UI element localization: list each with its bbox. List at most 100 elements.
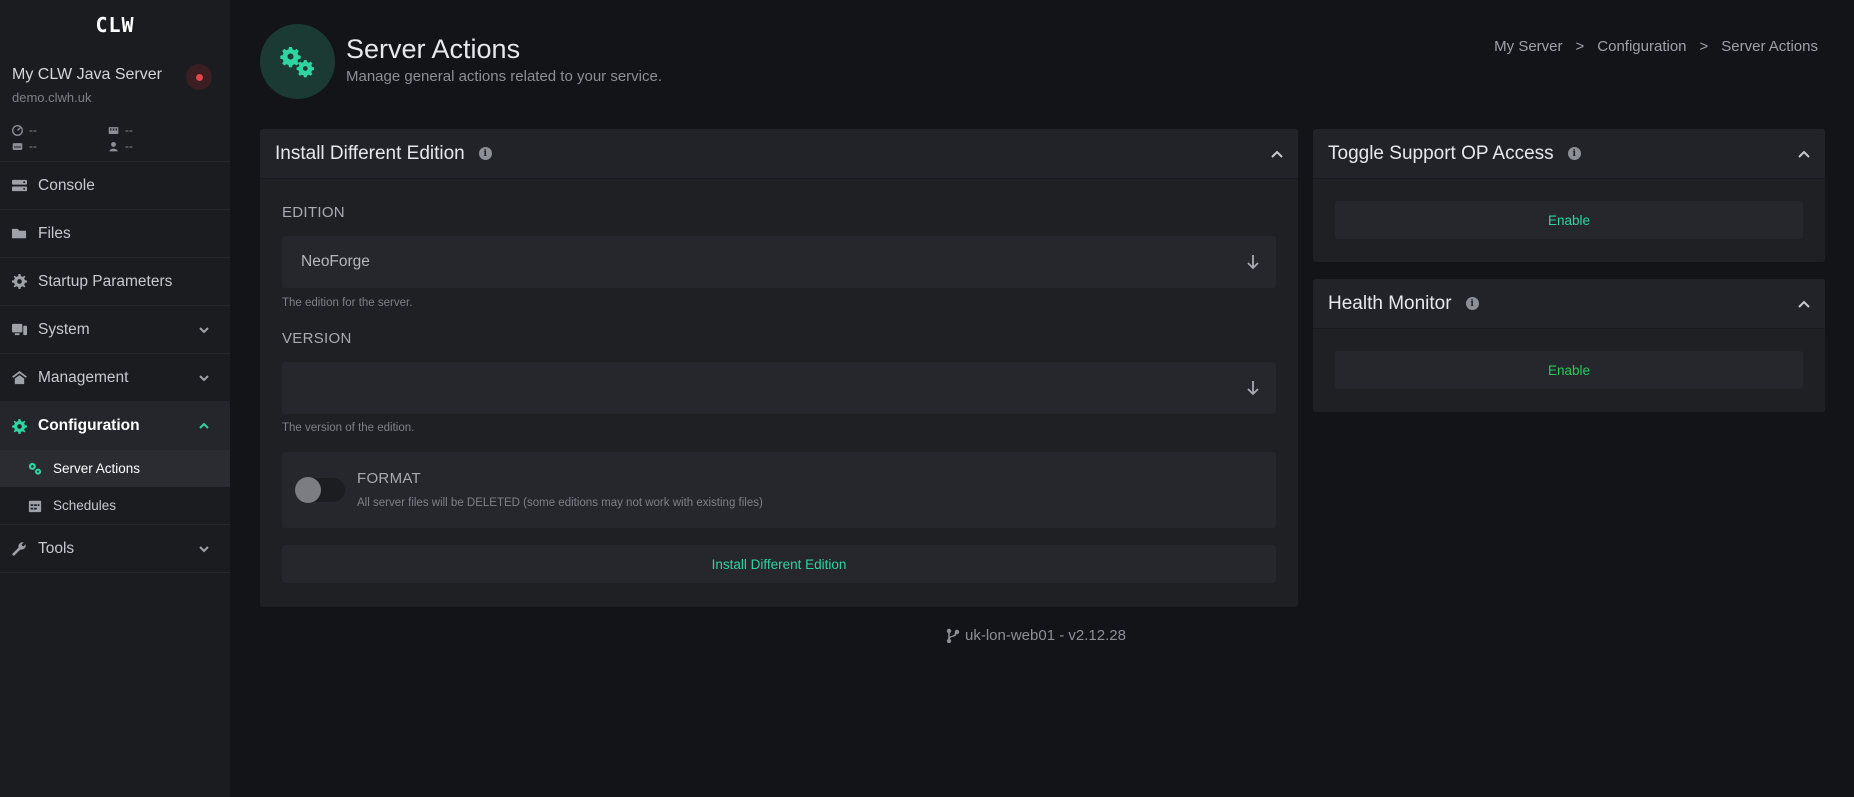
chevron-down-icon — [198, 542, 210, 554]
version-select[interactable] — [282, 362, 1276, 414]
sidebar-item-system[interactable]: System — [0, 306, 230, 354]
app-logo[interactable]: CLW — [0, 0, 230, 50]
breadcrumb-separator: > — [1575, 38, 1585, 55]
gears-icon — [279, 46, 314, 77]
collapse-button[interactable] — [1270, 147, 1284, 161]
sidebar-subitem-label: Schedules — [53, 498, 117, 513]
page-icon — [260, 24, 335, 99]
format-toggle[interactable] — [295, 477, 345, 503]
stat-cpu: -- — [12, 123, 108, 137]
panel-header: Health Monitor i — [1313, 279, 1825, 329]
panel-title: Toggle Support OP Access — [1328, 142, 1554, 164]
edition-selected-value: NeoForge — [301, 253, 370, 270]
version-label: VERSION — [282, 330, 352, 347]
wrench-icon — [12, 542, 26, 556]
sidebar-item-label: System — [38, 320, 90, 338]
stat-players: -- — [108, 139, 204, 153]
chevron-up-icon — [198, 419, 210, 431]
sidebar-item-configuration[interactable]: Configuration — [0, 402, 230, 450]
panel-header: Toggle Support OP Access i — [1313, 129, 1825, 179]
enable-health-monitor-button[interactable]: Enable — [1335, 351, 1803, 389]
stat-disk-value: -- — [29, 139, 37, 153]
page-subtitle: Manage general actions related to your s… — [346, 68, 663, 85]
sidebar-subitem-label: Server Actions — [53, 461, 141, 476]
footer-text: uk-lon-web01 - v2.12.28 — [965, 627, 1126, 644]
gear-icon — [12, 274, 27, 289]
collapse-button[interactable] — [1797, 297, 1811, 311]
management-icon — [12, 370, 27, 385]
calendar-icon — [28, 500, 42, 512]
stat-cpu-value: -- — [29, 123, 37, 137]
stat-disk: -- — [12, 139, 108, 153]
page-title: Server Actions — [346, 34, 521, 64]
format-option: FORMAT All server files will be DELETED … — [282, 452, 1276, 528]
info-icon[interactable]: i — [1567, 147, 1581, 160]
panel-header: Install Different Edition i — [260, 129, 1298, 179]
sidebar-item-files[interactable]: Files — [0, 210, 230, 258]
folder-icon — [12, 228, 27, 239]
chevron-down-icon — [198, 323, 210, 335]
install-edition-panel: Install Different Edition i EDITION NeoF… — [260, 129, 1298, 607]
panel-title: Install Different Edition — [275, 142, 465, 164]
sidebar-item-label: Startup Parameters — [38, 272, 173, 290]
sidebar-item-label: Management — [38, 368, 129, 386]
cpu-icon — [12, 124, 23, 136]
console-icon — [12, 179, 27, 192]
install-edition-button[interactable]: Install Different Edition — [282, 545, 1276, 583]
collapse-button[interactable] — [1797, 147, 1811, 161]
breadcrumb-separator: > — [1699, 38, 1709, 55]
server-stats: -- -- -- -- — [12, 123, 218, 153]
sidebar-item-label: Configuration — [38, 417, 140, 434]
toggle-knob — [295, 477, 321, 503]
version-help: The version of the edition. — [282, 422, 415, 434]
status-dot-icon — [195, 73, 203, 81]
sidebar-item-management[interactable]: Management — [0, 354, 230, 402]
format-title: FORMAT — [357, 470, 422, 487]
sidebar-subitem-schedules[interactable]: Schedules — [0, 487, 230, 524]
disk-icon — [12, 142, 23, 150]
panel-title: Health Monitor — [1328, 292, 1452, 314]
enable-support-op-button[interactable]: Enable — [1335, 201, 1803, 239]
chevron-up-icon — [1271, 150, 1283, 158]
stat-memory-value: -- — [125, 123, 133, 137]
info-icon[interactable]: i — [1465, 297, 1479, 310]
arrow-down-icon — [1246, 380, 1260, 396]
system-icon — [12, 323, 27, 336]
chevron-up-icon — [1798, 300, 1810, 308]
sidebar-item-startup-parameters[interactable]: Startup Parameters — [0, 258, 230, 306]
sidebar-subitem-server-actions[interactable]: Server Actions — [0, 450, 230, 487]
breadcrumb-item-server[interactable]: My Server — [1494, 38, 1562, 55]
branch-icon — [946, 628, 960, 643]
configuration-submenu: Server Actions Schedules — [0, 450, 230, 525]
edition-label: EDITION — [282, 204, 345, 221]
footer-version: uk-lon-web01 - v2.12.28 — [946, 627, 1126, 644]
server-info: My CLW Java Server demo.clwh.uk -- -- --… — [0, 50, 230, 162]
stat-players-value: -- — [125, 139, 133, 153]
sidebar-item-label: Files — [38, 224, 71, 242]
sidebar-item-tools[interactable]: Tools — [0, 525, 230, 573]
gears-icon — [28, 462, 42, 475]
edition-help: The edition for the server. — [282, 297, 413, 309]
gear-icon — [12, 418, 27, 434]
sidebar-nav: Console Files Startup Parameters System … — [0, 162, 230, 573]
sidebar-item-label: Console — [38, 176, 95, 194]
breadcrumb-item-current: Server Actions — [1721, 38, 1818, 55]
breadcrumb-item-configuration[interactable]: Configuration — [1597, 38, 1686, 55]
server-host: demo.clwh.uk — [12, 90, 92, 105]
edition-select[interactable]: NeoForge — [282, 236, 1276, 288]
chevron-up-icon — [1798, 150, 1810, 158]
sidebar: CLW My CLW Java Server demo.clwh.uk -- -… — [0, 0, 230, 797]
health-monitor-panel: Health Monitor i Enable — [1313, 279, 1825, 412]
format-description: All server files will be DELETED (some e… — [357, 497, 763, 509]
breadcrumb: My Server > Configuration > Server Actio… — [1494, 38, 1818, 55]
chevron-down-icon — [198, 371, 210, 383]
stat-memory: -- — [108, 123, 204, 137]
server-status-button[interactable] — [186, 64, 212, 90]
memory-icon — [108, 126, 119, 134]
arrow-down-icon — [1246, 254, 1260, 270]
players-icon — [109, 141, 118, 151]
info-icon[interactable]: i — [478, 147, 492, 160]
sidebar-item-console[interactable]: Console — [0, 162, 230, 210]
sidebar-item-label: Tools — [38, 539, 75, 557]
support-op-panel: Toggle Support OP Access i Enable — [1313, 129, 1825, 262]
